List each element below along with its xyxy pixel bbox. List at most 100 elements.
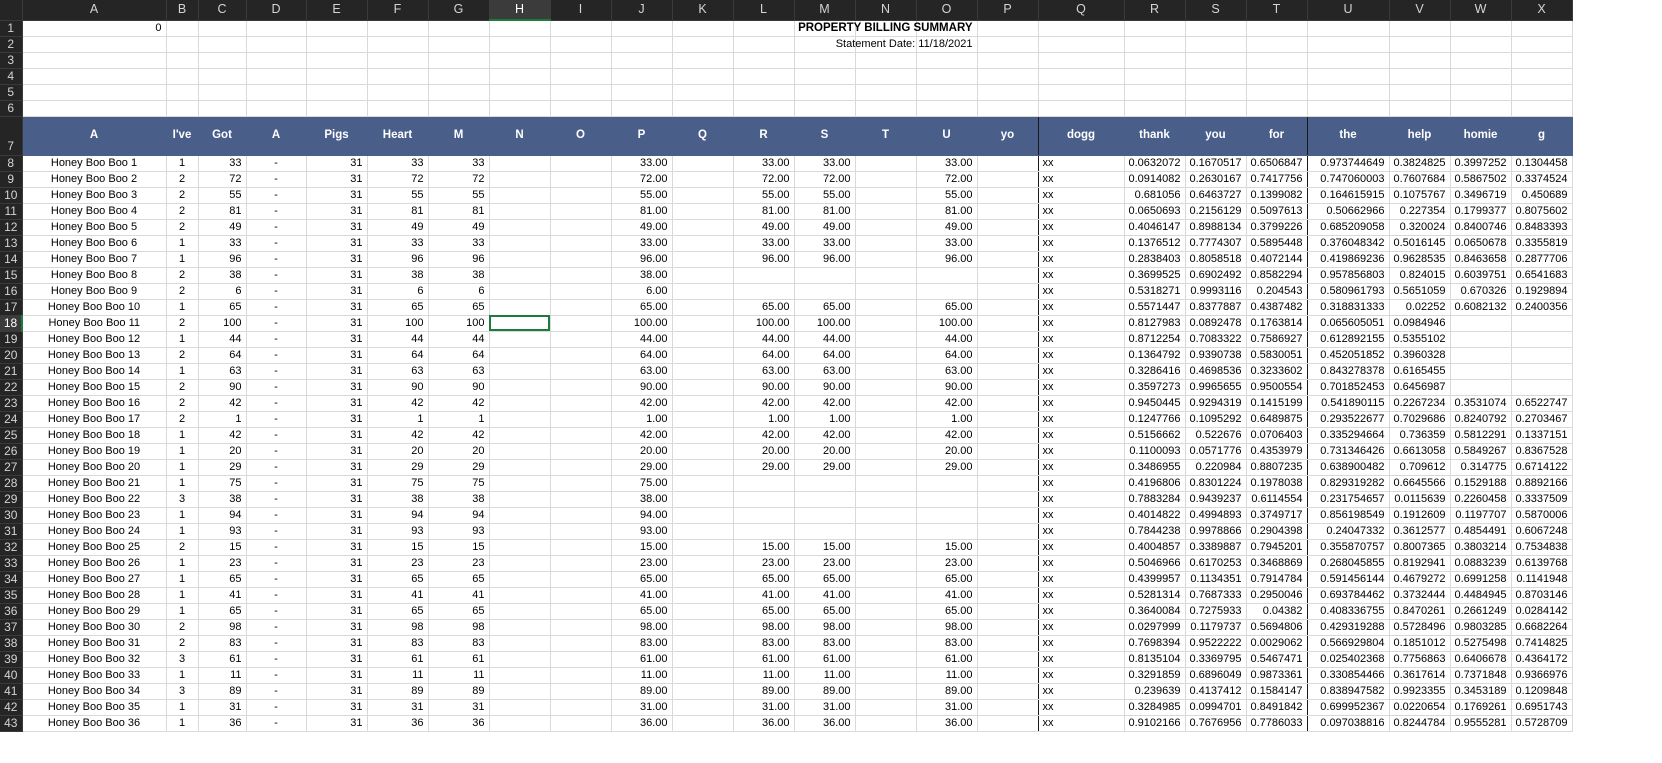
cell[interactable] — [855, 651, 917, 668]
cell[interactable]: 0.3453189 — [1450, 683, 1512, 700]
cell[interactable] — [550, 235, 612, 252]
cell[interactable]: Honey Boo Boo 15 — [22, 379, 167, 396]
cell[interactable]: 1 — [166, 571, 199, 588]
cell[interactable]: 0.6114554 — [1246, 491, 1308, 508]
cell[interactable]: - — [246, 379, 307, 396]
row-header[interactable]: 29 — [0, 491, 23, 508]
cell[interactable]: 0.5812291 — [1450, 427, 1512, 444]
cell[interactable]: 0.0571776 — [1185, 443, 1247, 460]
cell[interactable]: 1 — [166, 699, 199, 716]
cell[interactable] — [672, 347, 734, 364]
column-header-b[interactable]: B — [166, 0, 199, 21]
cell[interactable]: 0.5728709 — [1511, 715, 1573, 732]
cell[interactable] — [306, 36, 368, 53]
cell[interactable]: 0.9978866 — [1185, 523, 1247, 540]
cell[interactable] — [1124, 100, 1186, 117]
cell[interactable]: 0.8807235 — [1246, 459, 1308, 476]
cell[interactable] — [977, 491, 1039, 508]
cell[interactable]: 36 — [367, 715, 429, 732]
cell[interactable]: 0.355870757 — [1307, 539, 1390, 556]
cell[interactable]: - — [246, 427, 307, 444]
cell[interactable]: 0.3597273 — [1124, 379, 1186, 396]
row-header[interactable]: 43 — [0, 715, 23, 732]
cell[interactable]: 61.00 — [916, 651, 978, 668]
cell[interactable]: 44.00 — [916, 331, 978, 348]
row-header[interactable]: 15 — [0, 267, 23, 284]
cell[interactable] — [489, 491, 551, 508]
cell[interactable]: xx — [1038, 347, 1125, 364]
cell[interactable]: 0.701852453 — [1307, 379, 1390, 396]
row-header[interactable]: 41 — [0, 683, 23, 700]
cell[interactable]: 55.00 — [916, 187, 978, 204]
cell[interactable]: 0.5870006 — [1511, 507, 1573, 524]
cell[interactable] — [672, 635, 734, 652]
cell[interactable]: 0.8470261 — [1389, 603, 1451, 620]
cell[interactable] — [977, 331, 1039, 348]
cell[interactable] — [1511, 100, 1573, 117]
cell[interactable] — [855, 539, 917, 556]
cell[interactable]: xx — [1038, 491, 1125, 508]
cell[interactable] — [672, 84, 734, 101]
row-header[interactable]: 24 — [0, 411, 23, 428]
cell[interactable]: Honey Boo Boo 31 — [22, 635, 167, 652]
cell[interactable]: xx — [1038, 651, 1125, 668]
cell[interactable] — [428, 68, 490, 85]
column-header-o[interactable]: O — [916, 0, 978, 21]
cell[interactable]: 0.670326 — [1450, 283, 1512, 300]
cell[interactable] — [855, 715, 917, 732]
cell[interactable]: 64.00 — [611, 347, 673, 364]
cell[interactable]: 31 — [428, 699, 490, 716]
cell[interactable] — [672, 155, 734, 172]
cell[interactable]: 0.9555281 — [1450, 715, 1512, 732]
cell[interactable] — [1450, 36, 1512, 53]
cell[interactable]: Honey Boo Boo 1 — [22, 155, 167, 172]
cell[interactable] — [550, 363, 612, 380]
cell[interactable] — [489, 507, 551, 524]
cell[interactable]: 72.00 — [916, 171, 978, 188]
cell[interactable] — [550, 587, 612, 604]
cell[interactable] — [733, 68, 795, 85]
cell[interactable] — [977, 315, 1039, 332]
cell[interactable]: 31 — [306, 171, 368, 188]
cell[interactable] — [1038, 52, 1125, 69]
cell[interactable] — [855, 395, 917, 412]
cell[interactable]: 2 — [166, 283, 199, 300]
row-header[interactable]: 7 — [0, 116, 23, 156]
cell[interactable]: 0.0029062 — [1246, 635, 1308, 652]
cell[interactable] — [550, 251, 612, 268]
cell[interactable]: - — [246, 299, 307, 316]
cell[interactable] — [550, 411, 612, 428]
cell[interactable]: 0.4072144 — [1246, 251, 1308, 268]
cell[interactable]: 0.025402368 — [1307, 651, 1390, 668]
cell[interactable] — [550, 683, 612, 700]
cell[interactable]: xx — [1038, 395, 1125, 412]
cell[interactable]: 33.00 — [916, 155, 978, 172]
row-header[interactable]: 1 — [0, 20, 23, 37]
cell[interactable]: 49 — [367, 219, 429, 236]
cell[interactable]: xx — [1038, 267, 1125, 284]
cell[interactable] — [733, 20, 795, 37]
cell[interactable] — [367, 36, 429, 53]
cell[interactable]: 0.24047332 — [1307, 523, 1390, 540]
cell[interactable]: 42.00 — [916, 427, 978, 444]
cell[interactable] — [550, 52, 612, 69]
cell[interactable]: 15 — [428, 539, 490, 556]
cell[interactable]: xx — [1038, 539, 1125, 556]
cell[interactable]: 0.6170253 — [1185, 555, 1247, 572]
row-header[interactable]: 38 — [0, 635, 23, 652]
cell[interactable]: 0.6082132 — [1450, 299, 1512, 316]
cell[interactable]: 96 — [198, 251, 247, 268]
cell[interactable]: 0.2630167 — [1185, 171, 1247, 188]
cell[interactable] — [733, 84, 795, 101]
cell[interactable]: 0.829319282 — [1307, 475, 1390, 492]
cell[interactable]: 29 — [367, 459, 429, 476]
cell[interactable]: xx — [1038, 331, 1125, 348]
cell[interactable] — [855, 267, 917, 284]
cell[interactable] — [550, 699, 612, 716]
cell[interactable]: 0.3291859 — [1124, 667, 1186, 684]
cell[interactable]: 11.00 — [611, 667, 673, 684]
cell[interactable] — [428, 100, 490, 117]
cell[interactable]: 0.429319288 — [1307, 619, 1390, 636]
cell[interactable] — [198, 36, 247, 53]
cell[interactable]: 65.00 — [916, 603, 978, 620]
